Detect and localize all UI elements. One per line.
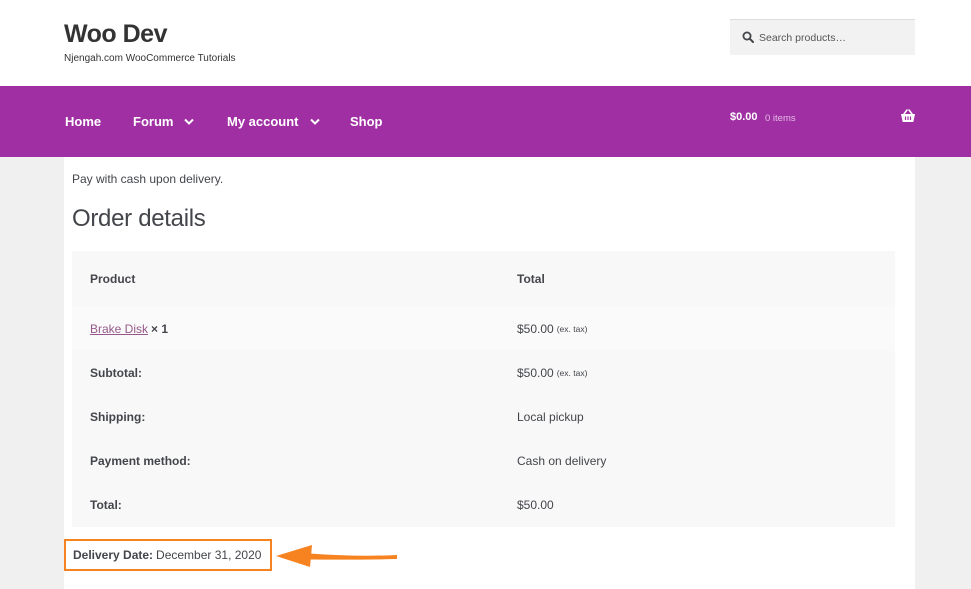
nav-item-label: Home [65, 114, 102, 129]
product-total-cell: $50.00 (ex. tax) [517, 307, 587, 351]
total-label: Total: [90, 498, 122, 512]
table-header-row: Product Total [72, 251, 895, 307]
site-title[interactable]: Woo Dev [64, 20, 168, 49]
delivery-date-value: December 31, 2020 [156, 548, 262, 562]
table-row: Brake Disk × 1 $50.00 (ex. tax) [72, 307, 895, 351]
chevron-down-icon [184, 118, 195, 125]
search-box [730, 19, 915, 55]
page-title: Order details [72, 205, 206, 232]
subtotal-value: $50.00 [517, 366, 554, 380]
search-input[interactable] [759, 20, 909, 55]
nav-item-label: Forum [133, 114, 174, 129]
basket-icon[interactable] [900, 109, 916, 123]
search-icon[interactable] [742, 31, 754, 43]
delivery-date-highlight: Delivery Date: December 31, 2020 [64, 539, 272, 571]
product-link[interactable]: Brake Disk [90, 322, 148, 336]
nav-item-forum[interactable]: Forum [133, 114, 195, 129]
arrow-icon [276, 545, 397, 567]
shipping-label: Shipping: [90, 410, 146, 424]
table-row-total: Total: $50.00 [72, 483, 895, 527]
total-value: $50.00 [517, 498, 554, 512]
nav-item-home[interactable]: Home [65, 114, 101, 129]
chevron-down-icon [309, 118, 320, 125]
table-row-subtotal: Subtotal: $50.00 (ex. tax) [72, 351, 895, 395]
product-price: $50.00 [517, 322, 554, 336]
payment-method-label: Payment method: [90, 454, 191, 468]
column-header-total: Total [517, 272, 545, 286]
product-quantity: × 1 [151, 322, 169, 336]
payment-method-value: Cash on delivery [517, 454, 607, 468]
shipping-value: Local pickup [517, 410, 584, 424]
subtotal-label: Subtotal: [90, 366, 142, 380]
site-tagline: Njengah.com WooCommerce Tutorials [64, 53, 236, 64]
table-row-shipping: Shipping: Local pickup [72, 395, 895, 439]
order-content: Pay with cash upon delivery. Order detai… [64, 157, 915, 589]
tax-note: (ex. tax) [556, 368, 588, 378]
nav-item-label: Shop [350, 114, 383, 129]
tax-note: (ex. tax) [556, 324, 588, 334]
nav-item-my-account[interactable]: My account [227, 114, 320, 129]
cart-amount[interactable]: $0.00 [730, 111, 758, 123]
delivery-date-label: Delivery Date: [73, 548, 154, 562]
product-cell: Brake Disk × 1 [90, 307, 168, 351]
primary-navigation: Home Forum My account Shop $0.00 0 items [0, 86, 971, 157]
nav-item-label: My account [227, 114, 299, 129]
column-header-product: Product [90, 272, 136, 286]
site-header: Woo Dev Njengah.com WooCommerce Tutorial… [0, 0, 971, 86]
payment-note: Pay with cash upon delivery. [72, 172, 224, 186]
table-row-payment-method: Payment method: Cash on delivery [72, 439, 895, 483]
order-details-table: Product Total Brake Disk × 1 $50.00 (ex.… [72, 251, 895, 527]
nav-item-shop[interactable]: Shop [350, 114, 383, 129]
cart-items-count[interactable]: 0 items [765, 113, 796, 124]
subtotal-value-cell: $50.00 (ex. tax) [517, 351, 587, 395]
